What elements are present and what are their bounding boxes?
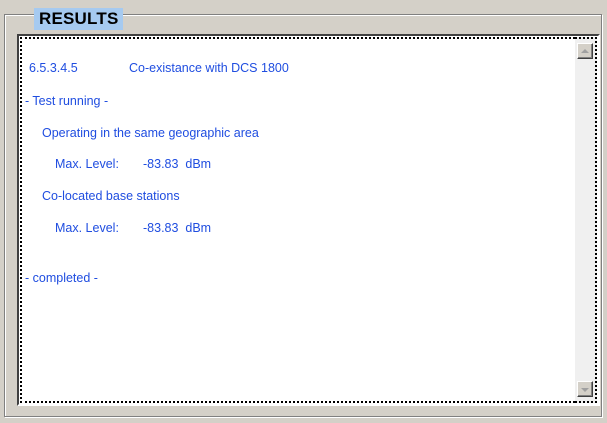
results-textarea[interactable]: 6.5.3.4.5 Co-existance with DCS 1800 - T… [20,37,575,403]
max-level-value: -83.83 dBm [143,221,212,235]
max-level-value: -83.83 dBm [143,157,212,171]
status-completed: - completed - [25,271,98,285]
max-level-label: Max. Level: [55,157,119,171]
test-area-label: Operating in the same geographic area [42,126,259,140]
results-title: RESULTS [34,8,124,30]
scroll-down-button[interactable] [577,381,593,397]
section-number: 6.5.3.4.5 [29,61,78,75]
section-title: Co-existance with DCS 1800 [129,61,289,75]
arrow-down-icon [581,388,589,392]
max-level-label: Max. Level: [55,221,119,235]
co-located-label: Co-located base stations [42,189,180,203]
status-running: - Test running - [25,94,109,108]
vertical-scrollbar[interactable] [575,37,597,403]
arrow-up-icon [581,49,589,53]
scroll-up-button[interactable] [577,43,593,59]
